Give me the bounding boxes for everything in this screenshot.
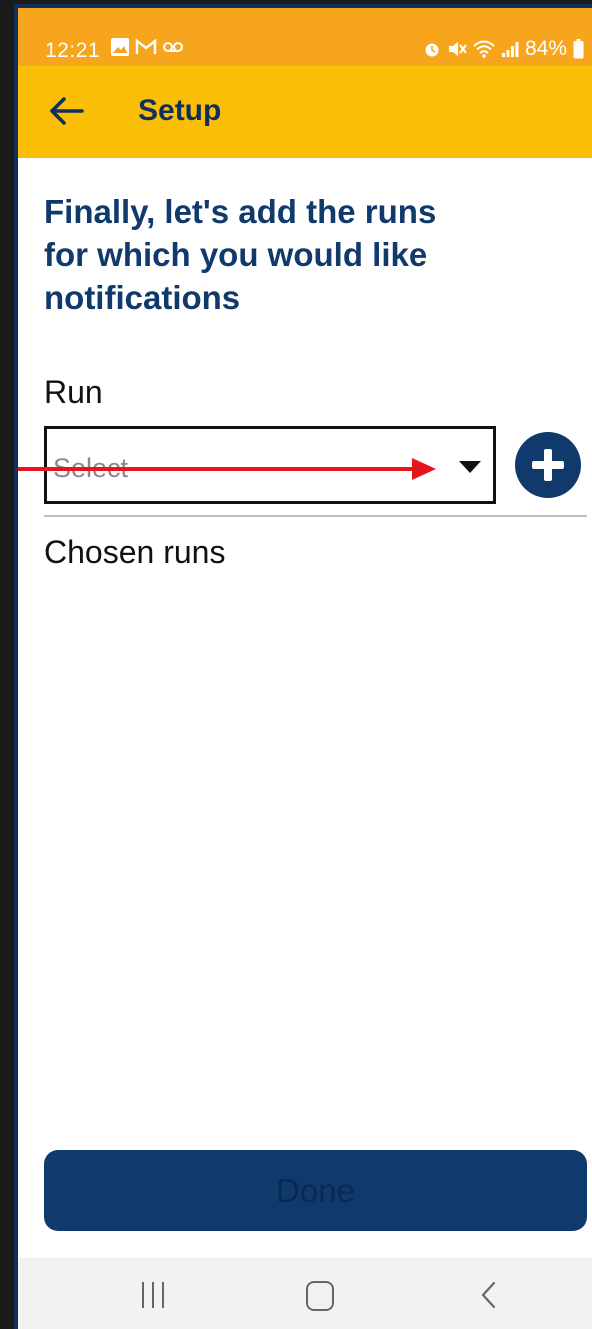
signal-icon	[501, 42, 519, 57]
annotation-arrow-line	[18, 467, 414, 471]
annotation-arrow-head	[412, 458, 436, 480]
caret-down-icon	[459, 461, 481, 473]
status-bar: 12:21 84%	[18, 8, 592, 66]
back-icon[interactable]	[476, 1280, 502, 1310]
chosen-runs-label: Chosen runs	[44, 534, 226, 570]
status-time: 12:21	[45, 39, 101, 62]
mute-icon	[448, 42, 467, 56]
done-button[interactable]: Done	[44, 1150, 587, 1231]
home-icon[interactable]	[306, 1281, 334, 1311]
gallery-icon	[111, 38, 129, 56]
phone-screen: 12:21 84% Setup Finally, let's add the r…	[14, 4, 592, 1329]
alarm-icon	[425, 43, 439, 57]
battery-percent: 84%	[524, 37, 567, 60]
app-bar: Setup	[18, 66, 592, 158]
recent-apps-icon[interactable]	[138, 1282, 168, 1308]
status-right-icons: 84%	[423, 37, 584, 61]
page-title: Setup	[138, 94, 222, 127]
setup-heading: Finally, let's add the runs for which yo…	[44, 193, 437, 316]
add-run-button[interactable]	[515, 432, 581, 498]
run-label: Run	[44, 374, 103, 410]
battery-icon	[573, 39, 584, 59]
arrow-left-icon[interactable]	[48, 96, 84, 126]
done-button-label: Done	[276, 1172, 355, 1209]
system-nav-bar	[18, 1258, 592, 1329]
wifi-icon	[473, 40, 495, 58]
divider	[44, 515, 587, 517]
voicemail-icon	[163, 42, 183, 52]
status-left-icons	[110, 37, 184, 57]
gmail-icon	[135, 38, 157, 54]
